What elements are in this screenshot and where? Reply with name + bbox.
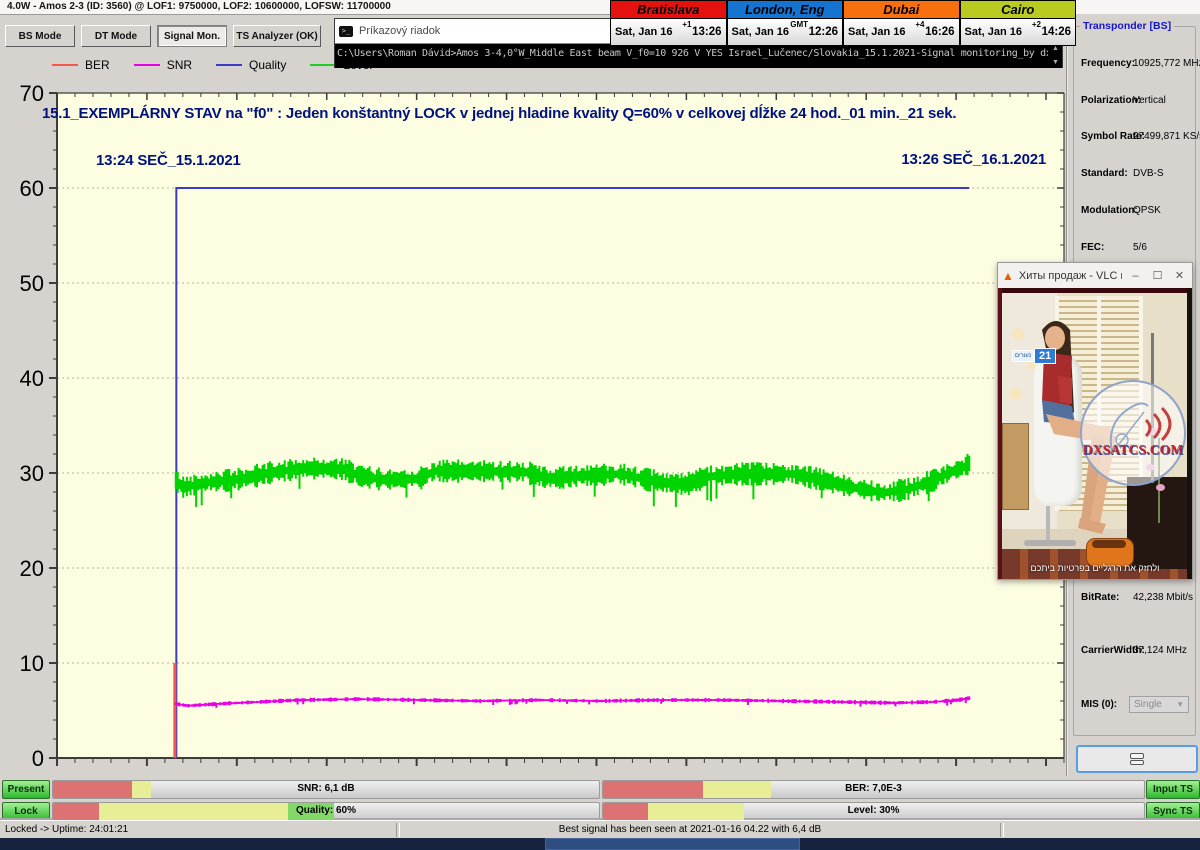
world-clocks: Bratislava Sat, Jan 16 +1 13:26 London, … bbox=[610, 0, 1076, 46]
clock-dubai: Dubai Sat, Jan 16 +4 16:26 bbox=[843, 0, 960, 46]
clock-utc-offset: GMT bbox=[790, 20, 808, 29]
vlc-video-area: נעורים 21 DXSATCS.COM ולחזק את הרגליים ב… bbox=[998, 288, 1192, 579]
svg-text:10: 10 bbox=[20, 651, 44, 676]
clock-time: 13:26 bbox=[692, 26, 721, 38]
field-frequency: Frequency:10925,772 MHz bbox=[1074, 58, 1195, 72]
field-modulation: Modulation:QPSK bbox=[1074, 205, 1195, 219]
vlc-cone-icon: ▲ bbox=[1002, 269, 1014, 283]
vlc-window: ▲ Хиты продаж - VLC me... – ☐ ✕ bbox=[997, 262, 1193, 580]
clock-city: Dubai bbox=[844, 1, 959, 19]
chart-end-timestamp: 13:26 SEČ_16.1.2021 bbox=[878, 151, 1046, 168]
vlc-title: Хиты продаж - VLC me... bbox=[1019, 270, 1122, 282]
quality-bar: Quality: 60% bbox=[52, 802, 600, 821]
field-standard: Standard:DVB-S bbox=[1074, 168, 1195, 182]
channel-21-badge: נעורים 21 bbox=[1012, 348, 1056, 364]
mis-dropdown[interactable]: Single ▼ bbox=[1129, 696, 1189, 713]
snr-bar: SNR: 6,1 dB bbox=[52, 780, 600, 799]
clock-utc-offset: +4 bbox=[915, 20, 924, 29]
record-device-button[interactable] bbox=[1076, 745, 1198, 773]
desktop: 4.0W - Amos 2-3 (ID: 3560) @ LOF1: 97500… bbox=[0, 0, 1200, 850]
field-fec: FEC:5/6 bbox=[1074, 242, 1195, 256]
status-bar: Locked -> Uptime: 24:01:21 Best signal h… bbox=[0, 820, 1200, 839]
clock-london-eng: London, Eng Sat, Jan 16 GMT 12:26 bbox=[727, 0, 844, 46]
scroll-up-icon[interactable]: ▲ bbox=[1052, 45, 1059, 53]
best-signal-status: Best signal has been seen at 2021-01-16 … bbox=[400, 824, 980, 835]
svg-text:20: 20 bbox=[20, 556, 44, 581]
mode-button-row: BS Mode DT Mode Signal Mon. TS Analyzer … bbox=[5, 25, 321, 47]
level-bar: Level: 30% bbox=[602, 802, 1145, 821]
clock-time: 14:26 bbox=[1042, 26, 1071, 38]
cmd-scrollbar[interactable]: ▲ ▼ bbox=[1049, 44, 1062, 68]
drive-icon bbox=[1130, 753, 1144, 765]
scroll-down-icon[interactable]: ▼ bbox=[1052, 59, 1059, 67]
bs-mode-button[interactable]: BS Mode bbox=[5, 25, 75, 47]
svg-text:50: 50 bbox=[20, 271, 44, 296]
chart-annotation-title: 15.1_EXEMPLÁRNY STAV na "f0" : Jeden kon… bbox=[42, 105, 956, 122]
clock-time: 16:26 bbox=[925, 26, 954, 38]
cmd-console[interactable]: C:\Users\Roman Dávid>Amos 3-4,0°W_Middle… bbox=[335, 44, 1062, 68]
clock-city: London, Eng bbox=[728, 1, 843, 19]
field-polarization: Polarization:Vertical bbox=[1074, 95, 1195, 109]
dt-mode-button[interactable]: DT Mode bbox=[81, 25, 151, 47]
video-cabinet bbox=[1002, 423, 1029, 510]
lock-uptime-status: Locked -> Uptime: 24:01:21 bbox=[5, 824, 128, 835]
cmd-icon: >_ bbox=[339, 26, 353, 37]
chevron-down-icon: ▼ bbox=[1176, 700, 1184, 709]
svg-text:0: 0 bbox=[32, 746, 44, 766]
sync-ts-indicator[interactable]: Sync TS bbox=[1146, 802, 1200, 821]
clock-utc-offset: +1 bbox=[682, 20, 691, 29]
clock-date: Sat, Jan 16 bbox=[615, 26, 672, 38]
video-subtitle: ולחזק את הרגליים בפרטיות ביתכם bbox=[998, 563, 1192, 573]
signal-monitor-window: BS Mode DT Mode Signal Mon. TS Analyzer … bbox=[0, 14, 1066, 821]
clock-date: Sat, Jan 16 bbox=[848, 26, 905, 38]
clock-city: Cairo bbox=[961, 1, 1076, 19]
close-button[interactable]: ✕ bbox=[1171, 269, 1188, 282]
signal-bars-panel: Present Lock SNR: 6,1 dB Quality: 60% BE… bbox=[0, 776, 1200, 820]
field-symbol-rate: Symbol Rate:27499,871 KS/s bbox=[1074, 131, 1195, 145]
field-carrierwidth: CarrierWidth:37,124 MHz bbox=[1074, 645, 1195, 659]
present-indicator[interactable]: Present bbox=[2, 780, 50, 799]
minimize-button[interactable]: – bbox=[1127, 270, 1144, 282]
svg-text:40: 40 bbox=[20, 366, 44, 391]
vlc-titlebar[interactable]: ▲ Хиты продаж - VLC me... – ☐ ✕ bbox=[998, 263, 1192, 288]
taskbar-active-button[interactable] bbox=[545, 838, 800, 850]
clock-date: Sat, Jan 16 bbox=[965, 26, 1022, 38]
clock-bratislava: Bratislava Sat, Jan 16 +1 13:26 bbox=[610, 0, 727, 46]
transponder-groupbox-title: Transponder [BS] bbox=[1080, 20, 1174, 32]
watermark-text: DXSATCS.COM bbox=[1082, 442, 1184, 458]
maximize-button[interactable]: ☐ bbox=[1149, 269, 1166, 282]
clock-date: Sat, Jan 16 bbox=[732, 26, 789, 38]
lock-indicator[interactable]: Lock bbox=[2, 802, 50, 821]
clock-city: Bratislava bbox=[611, 1, 726, 19]
svg-text:70: 70 bbox=[20, 81, 44, 106]
clock-time: 12:26 bbox=[809, 26, 838, 38]
field-mis: MIS (0): Single ▼ bbox=[1074, 699, 1195, 713]
cmd-command-line: C:\Users\Roman Dávid>Amos 3-4,0°W_Middle… bbox=[337, 48, 1048, 59]
signal-mon-button[interactable]: Signal Mon. bbox=[157, 25, 227, 47]
cmd-title: Príkazový riadok bbox=[359, 25, 440, 37]
field-bitrate: BitRate:42,238 Mbit/s bbox=[1074, 592, 1195, 606]
input-ts-indicator[interactable]: Input TS bbox=[1146, 780, 1200, 799]
clock-cairo: Cairo Sat, Jan 16 +2 14:26 bbox=[960, 0, 1077, 46]
windows-taskbar bbox=[0, 838, 1200, 850]
ts-analyzer-button[interactable]: TS Analyzer (OK) bbox=[233, 25, 321, 47]
svg-text:60: 60 bbox=[20, 176, 44, 201]
chart-start-timestamp: 13:24 SEČ_15.1.2021 bbox=[96, 152, 241, 169]
ber-bar: BER: 7,0E-3 bbox=[602, 780, 1145, 799]
svg-text:30: 30 bbox=[20, 461, 44, 486]
window-title: 4.0W - Amos 2-3 (ID: 3560) @ LOF1: 97500… bbox=[7, 1, 391, 12]
dxsatcs-watermark: DXSATCS.COM bbox=[1080, 380, 1186, 486]
clock-utc-offset: +2 bbox=[1032, 20, 1041, 29]
